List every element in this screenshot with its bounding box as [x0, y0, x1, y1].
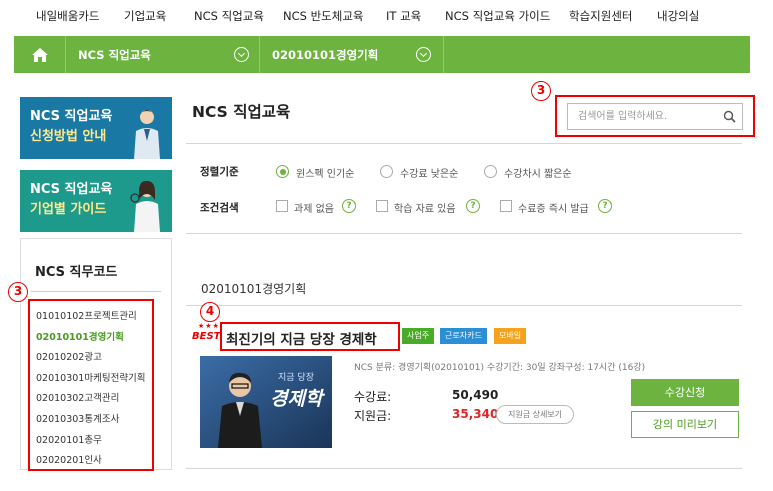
best-badge: BEST	[192, 331, 221, 342]
top-nav: 내일배움카드 기업교육 NCS 직업교육 NCS 반도체교육 IT 교육 NCS…	[0, 0, 773, 30]
person-illustration-icon	[134, 110, 160, 159]
tag-employer: 사업주	[402, 328, 435, 344]
breadcrumb-level1[interactable]: NCS 직업교육	[66, 36, 260, 73]
divider	[186, 305, 742, 306]
course-title-highlight: 최진기의 지금 당장 경제학	[220, 322, 400, 351]
help-icon[interactable]: ?	[598, 199, 612, 213]
nav-corporate[interactable]: 기업교육	[124, 8, 166, 24]
nav-it[interactable]: IT 교육	[386, 8, 421, 24]
filter-checkbox-no-assignment[interactable]	[276, 200, 288, 212]
person-illustration-icon	[130, 180, 160, 232]
apply-button[interactable]: 수강신청	[631, 379, 739, 406]
filter-checkbox-certificate[interactable]	[500, 200, 512, 212]
breadcrumb-level2-label: 02010101경영기획	[272, 48, 379, 62]
search-box	[567, 103, 743, 130]
tag-worker-card: 근로자카드	[440, 328, 487, 344]
best-stars-icon: ★★★	[198, 322, 220, 330]
filter-checkbox-materials[interactable]	[376, 200, 388, 212]
home-icon	[31, 47, 48, 62]
help-icon[interactable]: ?	[342, 199, 356, 213]
divider	[186, 233, 742, 234]
search-icon[interactable]	[723, 110, 736, 123]
filter-label: 조건검색	[200, 202, 239, 214]
job-code-item-active[interactable]: 02010101경영기획	[30, 328, 152, 349]
category-title: 02010101경영기획	[201, 282, 307, 296]
job-code-item[interactable]: 02020101총무	[30, 431, 152, 452]
chevron-down-icon	[234, 47, 249, 62]
nav-ncs[interactable]: NCS 직업교육	[194, 8, 264, 24]
job-code-item[interactable]: 02010301마케팅전략기획	[30, 369, 152, 390]
tag-mobile: 모바일	[494, 328, 527, 344]
apply-guide-banner[interactable]: NCS 직업교육 신청방법 안내	[20, 97, 172, 159]
breadcrumb-level1-label: NCS 직업교육	[78, 48, 151, 62]
sort-option-label: 수강료 낮은순	[400, 169, 459, 180]
company-guide-banner[interactable]: NCS 직업교육 기업별 가이드	[20, 170, 172, 232]
annotation-marker: 3	[531, 81, 551, 101]
sort-radio-price[interactable]	[380, 165, 393, 178]
nav-ncs-semiconductor[interactable]: NCS 반도체교육	[283, 8, 364, 24]
search-highlight	[555, 95, 755, 137]
sort-label: 정렬기준	[200, 166, 239, 178]
filter-option-label: 수료증 즉시 발급	[518, 204, 589, 215]
divider	[186, 468, 742, 469]
job-code-item[interactable]: 02020201인사	[30, 451, 152, 472]
nav-ncs-guide[interactable]: NCS 직업교육 가이드	[445, 8, 550, 24]
divider	[186, 143, 742, 144]
breadcrumb: NCS 직업교육 02010101경영기획	[14, 36, 750, 73]
course-meta: NCS 분류: 경영기획(02010101) 수강기간: 30일 강좌구성: 1…	[354, 363, 646, 373]
support-detail-button[interactable]: 지원금 상세보기	[496, 405, 574, 424]
home-button[interactable]	[14, 36, 66, 73]
nav-my-classroom[interactable]: 내강의실	[657, 8, 699, 24]
breadcrumb-level2[interactable]: 02010101경영기획	[260, 36, 444, 73]
job-code-list: 01010102프로젝트관리 02010101경영기획 02010202광고 0…	[28, 299, 154, 471]
sort-option-label: 수강차시 짧은순	[504, 169, 572, 180]
course-thumbnail[interactable]: 지금 당장 경제학	[200, 356, 332, 448]
course-title[interactable]: 최진기의 지금 당장 경제학	[226, 328, 377, 348]
sort-radio-popular[interactable]	[276, 165, 289, 178]
chevron-down-icon	[416, 47, 431, 62]
nav-learning-center[interactable]: 학습지원센터	[569, 8, 632, 24]
job-code-item[interactable]: 02010303통계조사	[30, 410, 152, 431]
page-title: NCS 직업교육	[192, 103, 291, 121]
filter-option-label: 학습 자료 있음	[394, 204, 456, 215]
filter-option-label: 과제 없음	[294, 204, 334, 215]
help-icon[interactable]: ?	[466, 199, 480, 213]
annotation-marker: 4	[200, 302, 220, 322]
job-code-item[interactable]: 02010302고객관리	[30, 389, 152, 410]
preview-button[interactable]: 강의 미리보기	[631, 411, 739, 438]
job-code-title: NCS 직무코드	[35, 265, 118, 280]
fee-label: 수강료:	[354, 390, 392, 404]
search-input[interactable]	[568, 104, 718, 129]
support-label: 지원금:	[354, 409, 392, 423]
support-value: 35,340	[452, 407, 499, 421]
sort-option-label: 윈스펙 인기순	[296, 169, 355, 180]
thumb-title: 경제학	[270, 388, 323, 410]
annotation-marker: 3	[8, 282, 28, 302]
job-code-item[interactable]: 02010202광고	[30, 348, 152, 369]
fee-value: 50,490	[452, 388, 499, 402]
sort-radio-duration[interactable]	[484, 165, 497, 178]
job-code-item[interactable]: 01010102프로젝트관리	[30, 307, 152, 328]
thumb-subtitle: 지금 당장	[278, 373, 314, 383]
divider	[31, 291, 161, 292]
nav-tomorrow-card[interactable]: 내일배움카드	[36, 8, 99, 24]
